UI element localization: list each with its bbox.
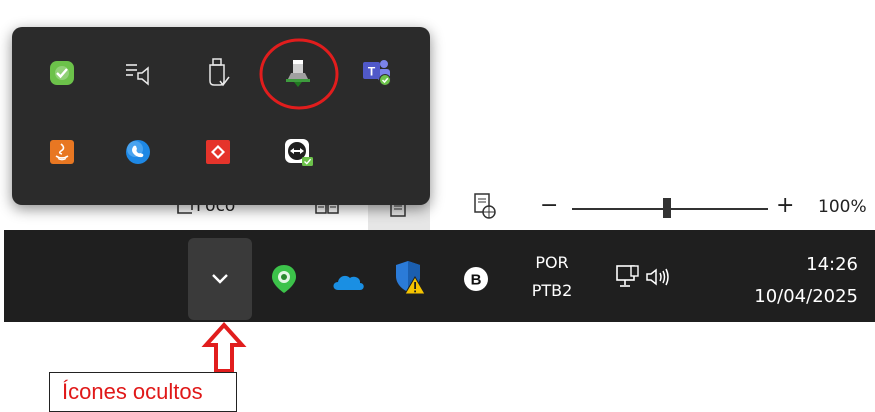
- anydesk-icon[interactable]: [196, 130, 240, 174]
- teamviewer-icon[interactable]: [276, 130, 320, 174]
- web-layout-button[interactable]: [472, 192, 498, 220]
- skype-icon[interactable]: [116, 130, 160, 174]
- input-language-indicator[interactable]: POR PTB2: [520, 252, 584, 302]
- teams-icon[interactable]: T: [355, 50, 399, 94]
- keyboard-layout: PTB2: [531, 281, 573, 300]
- show-hidden-icons-button[interactable]: [188, 238, 252, 320]
- zoom-out-button[interactable]: −: [540, 193, 558, 218]
- volume-icon[interactable]: [636, 255, 680, 299]
- security-check-icon[interactable]: [40, 51, 84, 95]
- clock-time: 14:26: [806, 254, 858, 275]
- web-layout-icon: [474, 193, 496, 219]
- highlight-circle: [259, 38, 339, 110]
- up-arrow-annotation: [201, 322, 247, 373]
- windows-security-warning-icon[interactable]: [388, 255, 432, 299]
- clock-date: 10/04/2025: [754, 286, 858, 307]
- zoom-level[interactable]: 100%: [818, 197, 867, 217]
- tray-location-icon[interactable]: [262, 257, 306, 301]
- java-icon[interactable]: [40, 130, 84, 174]
- language-code: POR: [535, 253, 569, 272]
- zoom-in-button[interactable]: +: [776, 193, 794, 218]
- queue-audio-icon[interactable]: [116, 51, 160, 95]
- svg-text:B: B: [471, 272, 482, 289]
- b-app-icon[interactable]: B: [454, 257, 498, 301]
- svg-text:T: T: [368, 65, 376, 79]
- clock[interactable]: 14:26 10/04/2025: [718, 251, 858, 311]
- zoom-slider-thumb[interactable]: [663, 198, 671, 218]
- annotation-label: Ícones ocultos: [62, 379, 203, 404]
- chevron-down-icon: [212, 274, 228, 284]
- annotation-label-box: Ícones ocultos: [49, 372, 237, 412]
- onedrive-icon[interactable]: [326, 260, 370, 304]
- usb-safely-remove-icon[interactable]: [196, 51, 240, 95]
